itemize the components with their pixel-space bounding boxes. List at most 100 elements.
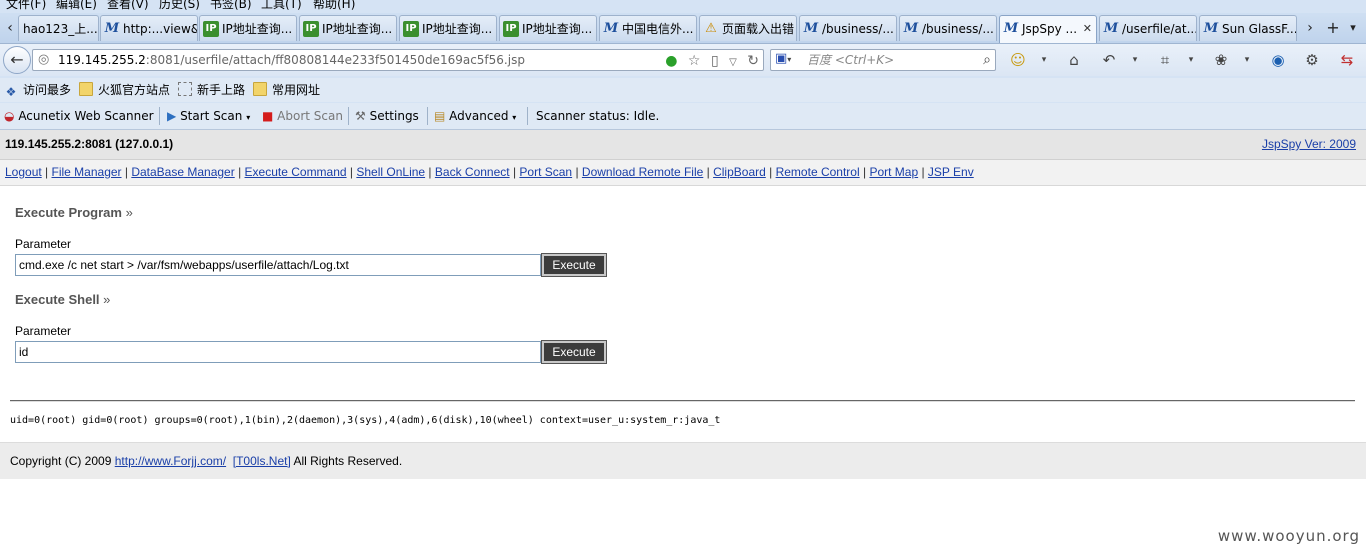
execute-program-button[interactable]: Execute (541, 253, 607, 277)
nav-logout[interactable]: Logout (5, 165, 42, 179)
tab-business[interactable]: M /business/... (899, 15, 997, 41)
nav-back-connect[interactable]: Back Connect (435, 165, 510, 179)
list-tabs-icon[interactable]: ▾ (1344, 15, 1362, 41)
abort-scan-label: Abort Scan (277, 109, 343, 123)
search-engine-icon[interactable]: ▣▾ (775, 51, 791, 66)
tab-title: IP地址查询... (522, 22, 593, 36)
shell-parameter-input[interactable] (15, 341, 541, 363)
nav-file-manager[interactable]: File Manager (52, 165, 122, 179)
page-icon (178, 82, 192, 96)
nav-jsp-env[interactable]: JSP Env (928, 165, 974, 179)
abort-scan-button[interactable]: ■ Abort Scan (262, 106, 343, 126)
nav-execute-command[interactable]: Execute Command (245, 165, 347, 179)
bug-icon[interactable]: ❀ (1211, 50, 1231, 70)
undo-dropdown-icon[interactable]: ▾ (1125, 50, 1145, 70)
bookmark-firefox-official[interactable]: 火狐官方站点 (79, 80, 170, 100)
nav-clipboard[interactable]: ClipBoard (713, 165, 766, 179)
menu-bookmarks[interactable]: 书签(B) (210, 0, 252, 12)
menu-edit[interactable]: 编辑(E) (56, 0, 97, 12)
globe-addon-icon[interactable]: ◉ (1268, 50, 1288, 70)
menu-view[interactable]: 查看(V) (107, 0, 149, 12)
menu-tools[interactable]: 工具(T) (261, 0, 302, 12)
program-parameter-input[interactable] (15, 254, 541, 276)
nav-port-scan[interactable]: Port Scan (519, 165, 572, 179)
menu-help[interactable]: 帮助(H) (313, 0, 355, 12)
scanner-status: Scanner status: Idle. (536, 109, 660, 123)
forjj-link[interactable]: http://www.Forjj.com/ (115, 454, 226, 468)
tab-ip-query[interactable]: IP IP地址查询... (499, 15, 597, 41)
menu-file[interactable]: 文件(F) (6, 0, 46, 12)
bookmark-getting-started[interactable]: 新手上路 (178, 80, 245, 100)
new-tab-icon[interactable]: + (1324, 15, 1342, 41)
nav-database-manager[interactable]: DataBase Manager (131, 165, 234, 179)
tab-title: 中国电信外... (622, 22, 694, 36)
bookmark-label: 火狐官方站点 (98, 83, 171, 97)
tab-business[interactable]: M /business/... (799, 15, 897, 41)
bookmark-label: 常用网址 (272, 83, 321, 97)
bookmark-common-sites[interactable]: 常用网址 (253, 80, 320, 100)
tab-china-telecom[interactable]: M 中国电信外... (599, 15, 697, 41)
most-visited-icon: ❖ (5, 85, 17, 99)
tab-title: JspSpy ... (1022, 22, 1078, 36)
section-title-text: Execute Shell (15, 292, 100, 307)
bookmark-most-visited[interactable]: ❖ 访问最多 (4, 80, 71, 100)
address-actions: ● ☆ ▯ ▽ ↻ (659, 51, 759, 71)
go-icon[interactable]: ● (665, 51, 677, 71)
close-tab-icon[interactable]: ✕ (1083, 16, 1092, 42)
address-bar[interactable]: ◎ 119.145.255.2:8081/userfile/attach/ff8… (32, 49, 764, 71)
scroll-tabs-right-icon[interactable]: › (1302, 15, 1318, 41)
tab-ip-query[interactable]: IP IP地址查询... (399, 15, 497, 41)
tab-load-error[interactable]: ⚠ 页面载入出错 (699, 15, 797, 41)
stop-icon: ■ (262, 109, 274, 123)
t00ls-link[interactable]: [T00ls.Net] (233, 454, 291, 468)
browser-chrome: 文件(F) 编辑(E) 查看(V) 历史(S) 书签(B) 工具(T) 帮助(H… (0, 0, 1366, 130)
star-bookmark-icon[interactable]: ☆ (688, 51, 701, 71)
nav-remote-control[interactable]: Remote Control (776, 165, 860, 179)
advanced-button[interactable]: ▤ Advanced ▾ (434, 106, 516, 126)
scroll-tabs-left-icon[interactable]: ‹ (2, 15, 18, 41)
tab-ip-query[interactable]: IP IP地址查询... (299, 15, 397, 41)
tab-hao123[interactable]: hao123_上... (18, 15, 99, 41)
reload-icon[interactable]: ↻ (747, 51, 759, 71)
start-scan-button[interactable]: ▶ Start Scan ▾ (167, 106, 250, 126)
tab-title: /business/... (822, 22, 894, 36)
bookmark-label: 新手上路 (197, 83, 246, 97)
switch-arrows-icon[interactable]: ⇆ (1337, 50, 1357, 70)
execute-shell-button[interactable]: Execute (541, 340, 607, 364)
bug-dropdown-icon[interactable]: ▾ (1237, 50, 1257, 70)
address-path: :8081/userfile/attach/ff80808144e233f501… (145, 53, 525, 67)
tab-sun-glassfish[interactable]: M Sun GlassF... (1199, 15, 1297, 41)
acunetix-logo[interactable]: ◒ Acunetix Web Scanner (4, 106, 154, 126)
nav-download-remote-file[interactable]: Download Remote File (582, 165, 703, 179)
nav-port-map[interactable]: Port Map (869, 165, 918, 179)
tab-title: IP地址查询... (222, 22, 293, 36)
home-icon[interactable]: ⌂ (1064, 50, 1084, 70)
search-bar[interactable]: ▣▾ 百度 <Ctrl+K> ⌕ (770, 49, 996, 71)
start-scan-label: Start Scan (180, 109, 243, 123)
acunetix-toolbar: ◒ Acunetix Web Scanner ▶ Start Scan ▾ ■ … (0, 103, 1366, 130)
crop-icon[interactable]: ⌗ (1155, 50, 1175, 70)
nav-shell-online[interactable]: Shell OnLine (356, 165, 425, 179)
address-text[interactable]: 119.145.255.2:8081/userfile/attach/ff808… (58, 50, 525, 70)
folder-icon (253, 82, 267, 96)
mobile-icon[interactable]: ▯ (711, 51, 719, 71)
back-button[interactable]: ← (3, 46, 31, 74)
navigation-bar: ← ◎ 119.145.255.2:8081/userfile/attach/f… (0, 44, 1366, 76)
settings-addon-icon[interactable]: ⚙ (1302, 50, 1322, 70)
addon-smiley-icon[interactable]: ☺ (1008, 50, 1028, 70)
crop-dropdown-icon[interactable]: ▾ (1181, 50, 1201, 70)
tab-ip-query[interactable]: IP IP地址查询... (199, 15, 297, 41)
shell-parameter-label: Parameter (15, 324, 72, 338)
search-input[interactable]: 百度 <Ctrl+K> (807, 50, 894, 70)
addon-dropdown-icon[interactable]: ▾ (1034, 50, 1054, 70)
tab-jspspy[interactable]: M JspSpy ... ✕ (999, 15, 1097, 43)
history-dropdown-icon[interactable]: ▽ (729, 53, 737, 73)
tab-view[interactable]: M http:...view& (100, 15, 198, 41)
settings-button[interactable]: ⚒ Settings (355, 106, 419, 126)
search-icon[interactable]: ⌕ (983, 50, 991, 70)
undo-icon[interactable]: ↶ (1099, 50, 1119, 70)
menu-history[interactable]: 历史(S) (159, 0, 200, 12)
warning-icon: ⚠ (705, 21, 717, 36)
version-link[interactable]: JspSpy Ver: 2009 (1262, 130, 1356, 158)
tab-userfile[interactable]: M /userfile/at... (1099, 15, 1197, 41)
